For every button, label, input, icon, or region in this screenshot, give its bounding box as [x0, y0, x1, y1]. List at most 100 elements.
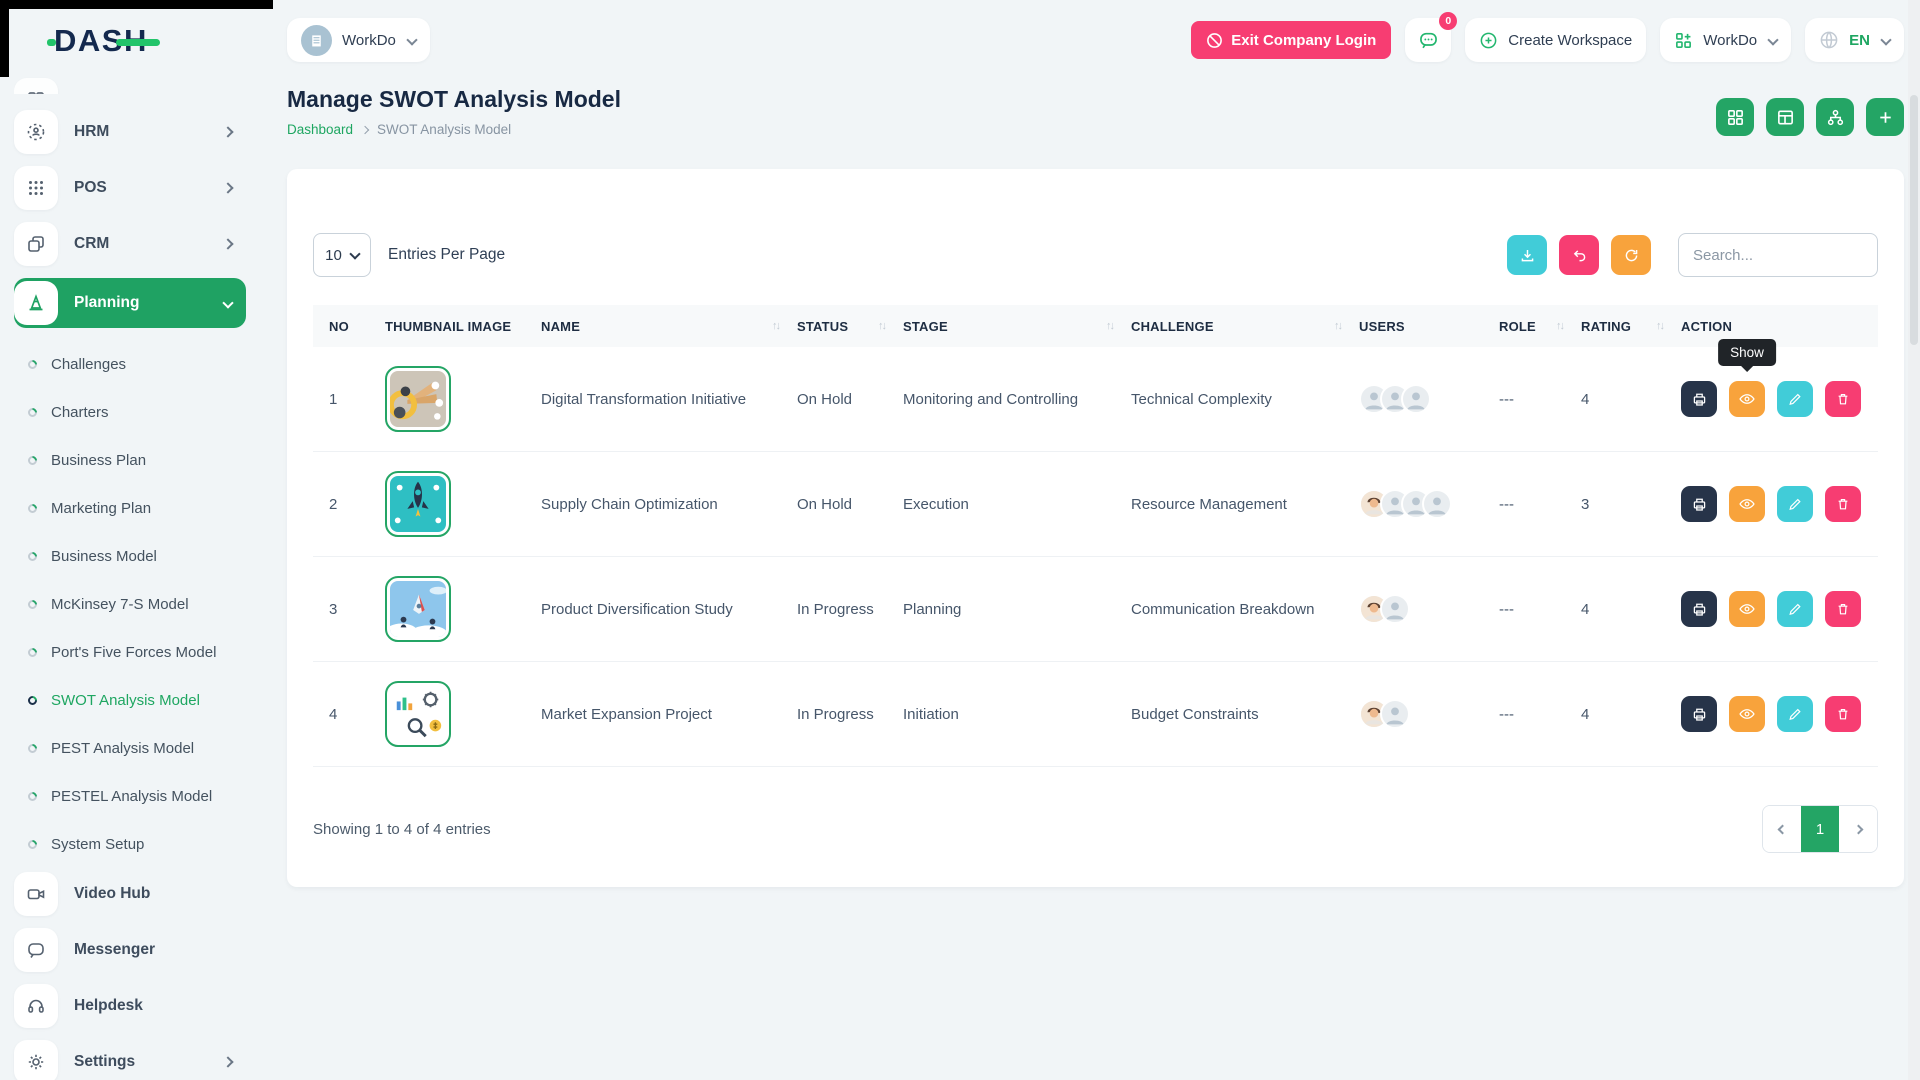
show-button[interactable] [1729, 591, 1765, 627]
entries-per-page-select[interactable]: 10 [313, 233, 371, 277]
sidebar-item-pos[interactable]: POS [14, 166, 246, 210]
sidebar-item-planning[interactable]: Planning [14, 278, 246, 328]
submenu-item-swot-analysis[interactable]: SWOT Analysis Model [28, 676, 246, 724]
avatar[interactable] [1401, 384, 1431, 414]
column-header-challenge[interactable]: CHALLENGE [1131, 319, 1359, 334]
sidebar-item-messenger[interactable]: Messenger [14, 928, 246, 972]
sidebar-item-label: Video Hub [74, 885, 150, 903]
row-users [1359, 699, 1499, 729]
thumbnail-image[interactable] [385, 471, 451, 537]
grid-view-button[interactable] [1716, 98, 1754, 136]
table-view-button[interactable] [1766, 98, 1804, 136]
video-camera-icon [14, 872, 58, 916]
workspace-menu-label: WorkDo [1703, 32, 1757, 49]
submenu-item-marketing-plan[interactable]: Marketing Plan [28, 484, 246, 532]
row-role: --- [1499, 391, 1581, 408]
column-header-rating[interactable]: RATING [1581, 319, 1681, 334]
add-new-button[interactable] [1866, 98, 1904, 136]
create-workspace-label: Create Workspace [1508, 32, 1632, 49]
print-button[interactable] [1681, 696, 1717, 732]
column-header-name[interactable]: NAME [541, 319, 797, 334]
company-switcher[interactable]: WorkDo [287, 18, 430, 62]
language-selector[interactable]: EN [1805, 18, 1904, 62]
show-button[interactable] [1729, 381, 1765, 417]
breadcrumb-dashboard-link[interactable]: Dashboard [287, 122, 353, 137]
eye-icon [1738, 705, 1756, 723]
sidebar-item-settings[interactable]: Settings [14, 1040, 246, 1080]
avatar[interactable] [1422, 489, 1452, 519]
show-button[interactable] [1729, 696, 1765, 732]
trash-icon [1835, 496, 1851, 512]
scrollbar-thumb[interactable] [1910, 95, 1918, 345]
eye-icon [1738, 600, 1756, 618]
chevron-down-icon [222, 297, 233, 308]
column-header-stage[interactable]: STAGE [903, 319, 1131, 334]
submenu-item-business-model[interactable]: Business Model [28, 532, 246, 580]
export-button[interactable] [1507, 235, 1547, 275]
submenu-item-mckinsey[interactable]: McKinsey 7-S Model [28, 580, 246, 628]
table-header-row: NO THUMBNAIL IMAGE NAME STATUS STAGE CHA… [313, 305, 1878, 347]
create-workspace-button[interactable]: Create Workspace [1465, 18, 1646, 62]
row-rating: 3 [1581, 496, 1681, 513]
sidebar-item-video-hub[interactable]: Video Hub [14, 872, 246, 916]
chat-bubble-icon [14, 928, 58, 972]
submenu-item-business-plan[interactable]: Business Plan [28, 436, 246, 484]
submenu-label: Port's Five Forces Model [51, 644, 216, 661]
exit-company-login-button[interactable]: Exit Company Login [1191, 21, 1391, 59]
print-button[interactable] [1681, 486, 1717, 522]
page-scrollbar[interactable] [1908, 0, 1920, 1080]
sidebar-item-label: Settings [74, 1053, 135, 1071]
brand-logo[interactable]: DASH [0, 18, 260, 64]
column-header-role[interactable]: ROLE [1499, 319, 1581, 334]
chevron-right-icon [222, 238, 233, 249]
submenu-item-system-setup[interactable]: System Setup [28, 820, 246, 868]
column-header-action: ACTION [1681, 319, 1862, 334]
edit-button[interactable] [1777, 486, 1813, 522]
print-button[interactable] [1681, 591, 1717, 627]
refresh-button[interactable] [1611, 235, 1651, 275]
sidebar: DASH HRM [0, 0, 260, 1080]
row-challenge: Budget Constraints [1131, 706, 1359, 723]
delete-button[interactable] [1825, 591, 1861, 627]
company-avatar [301, 25, 332, 56]
hierarchy-view-button[interactable] [1816, 98, 1854, 136]
sidebar-item-helpdesk[interactable]: Helpdesk [14, 984, 246, 1028]
workspace-menu[interactable]: WorkDo [1660, 18, 1791, 62]
bullet-icon [26, 694, 39, 707]
thumbnail-image[interactable] [385, 681, 451, 747]
page-title: Manage SWOT Analysis Model [287, 86, 621, 113]
submenu-item-ports-five-forces[interactable]: Port's Five Forces Model [28, 628, 246, 676]
submenu-item-charters[interactable]: Charters [28, 388, 246, 436]
thumbnail-image[interactable] [385, 576, 451, 642]
show-button[interactable] [1729, 486, 1765, 522]
thumbnail-image[interactable] [385, 366, 451, 432]
submenu-item-pest-analysis[interactable]: PEST Analysis Model [28, 724, 246, 772]
avatar[interactable] [1380, 699, 1410, 729]
delete-button[interactable] [1825, 381, 1861, 417]
sidebar-item-clipped[interactable] [14, 70, 246, 94]
page-1-button[interactable]: 1 [1801, 806, 1839, 852]
column-header-status[interactable]: STATUS [797, 319, 903, 334]
row-status: In Progress [797, 706, 903, 723]
search-input[interactable] [1678, 233, 1878, 277]
delete-button[interactable] [1825, 696, 1861, 732]
previous-page-button[interactable] [1763, 806, 1801, 852]
reset-button[interactable] [1559, 235, 1599, 275]
row-users [1359, 489, 1499, 519]
edit-button[interactable] [1777, 696, 1813, 732]
messages-button[interactable]: 0 [1405, 18, 1451, 62]
edit-button[interactable] [1777, 381, 1813, 417]
sidebar-item-crm[interactable]: CRM [14, 222, 246, 266]
edit-button[interactable] [1777, 591, 1813, 627]
sidebar-item-label: Planning [74, 294, 139, 312]
chevron-down-icon [1880, 34, 1891, 45]
avatar[interactable] [1380, 594, 1410, 624]
delete-button[interactable] [1825, 486, 1861, 522]
sidebar-item-hrm[interactable]: HRM [14, 110, 246, 154]
row-actions [1681, 696, 1862, 732]
submenu-item-challenges[interactable]: Challenges [28, 340, 246, 388]
next-page-button[interactable] [1839, 806, 1877, 852]
print-button[interactable] [1681, 381, 1717, 417]
trash-icon [1835, 601, 1851, 617]
submenu-item-pestel-analysis[interactable]: PESTEL Analysis Model [28, 772, 246, 820]
